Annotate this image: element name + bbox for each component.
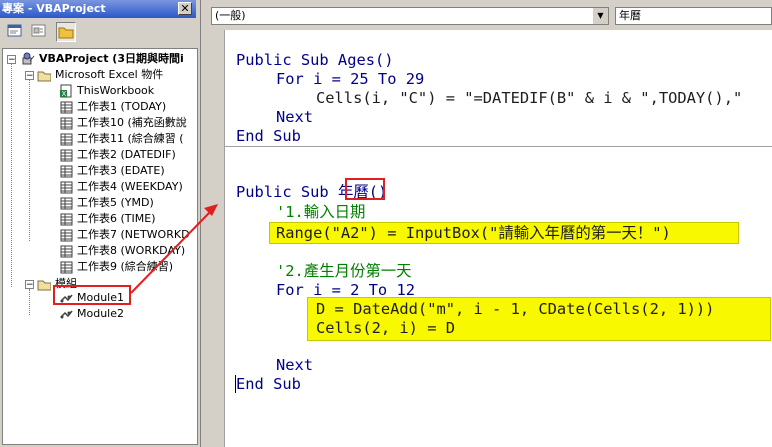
vba-project-icon [22, 52, 35, 65]
worksheet-icon [60, 133, 73, 146]
procedure-combo-value: 年曆 [619, 9, 641, 22]
worksheet-icon [60, 245, 73, 258]
module-icon [60, 310, 73, 319]
worksheet-icon [60, 149, 73, 162]
code-text: Next [276, 356, 314, 374]
code-editor[interactable]: Public Sub Ages() For i = 25 To 29 Cells… [225, 30, 772, 447]
code-window-header: (一般) ▼ 年曆 [203, 0, 772, 30]
worksheet-icon [60, 101, 73, 114]
object-combo[interactable]: (一般) ▼ [211, 7, 609, 25]
tree-node-sheet[interactable]: 工作表10 (補充函數說 [43, 115, 197, 131]
tree-node-label: 工作表4 (WEEKDAY) [77, 180, 183, 193]
worksheet-icon [60, 229, 73, 242]
tree-node-module2[interactable]: Module2 [43, 306, 197, 322]
code-text: Next [276, 108, 314, 126]
tree-node-label: 工作表1 (TODAY) [77, 100, 167, 113]
code-line: Next [276, 108, 313, 127]
text-cursor [235, 375, 236, 393]
close-icon[interactable]: ✕ [178, 2, 192, 15]
worksheet-icon [60, 165, 73, 178]
object-combo-value: (一般) [215, 9, 246, 22]
tree-node-label: 工作表11 (綜合練習 ( [77, 132, 184, 145]
annotation-box-sub-name [345, 178, 385, 200]
project-explorer-pane: 專案 - VBAProject ✕ − VBAProject (3日期與時間i … [0, 0, 201, 447]
tree-node-label: ThisWorkbook [77, 84, 155, 97]
tree-node-sheet[interactable]: 工作表5 (YMD) [43, 195, 197, 211]
worksheet-icon [60, 197, 73, 210]
tree-node-label: 工作表8 (WORKDAY) [77, 244, 186, 257]
tree-node-label: Microsoft Excel 物件 [55, 68, 164, 81]
code-text: End Sub [236, 127, 301, 145]
tree-node-label: 工作表10 (補充函數說 [77, 116, 187, 129]
tree-node-label: 工作表6 (TIME) [77, 212, 156, 225]
code-line: End Sub [236, 127, 301, 146]
collapse-icon[interactable]: − [25, 280, 34, 290]
worksheet-icon [60, 261, 73, 274]
tree-node-label: 工作表3 (EDATE) [77, 164, 165, 177]
tree-connector [11, 63, 12, 287]
tree-node-sheet[interactable]: 工作表1 (TODAY) [43, 99, 197, 115]
tree-node-sheet[interactable]: 工作表8 (WORKDAY) [43, 243, 197, 259]
collapse-icon[interactable]: − [25, 71, 34, 81]
view-code-button[interactable] [6, 22, 26, 42]
code-text: Cells(2, i) = D [316, 319, 455, 337]
collapse-icon[interactable]: − [7, 55, 16, 65]
tree-node-label: Module2 [77, 307, 124, 320]
tree-node-sheet[interactable]: 工作表11 (綜合練習 ( [43, 131, 197, 147]
code-text: Cells(i, "C") = "=DATEDIF(B" & i & ",TOD… [316, 89, 743, 107]
code-text: D = DateAdd("m", i - 1, CDate(Cells(2, 1… [316, 300, 715, 318]
code-margin-bar[interactable] [203, 30, 225, 447]
workbook-icon: X [60, 84, 72, 98]
tree-node-sheet[interactable]: 工作表2 (DATEDIF) [43, 147, 197, 163]
folder-icon [58, 27, 74, 39]
code-text: End Sub [236, 375, 301, 393]
code-line: Next [276, 356, 313, 375]
tree-connector [29, 79, 30, 241]
project-tree[interactable]: − VBAProject (3日期與時間i − Microsoft Excel … [2, 48, 198, 445]
tree-node-sheet[interactable]: 工作表7 (NETWORKD [43, 227, 197, 243]
worksheet-icon [60, 181, 73, 194]
tree-node-label: VBAProject (3日期與時間i [39, 52, 184, 65]
folder-icon [37, 71, 51, 82]
code-comment: '2.產生月份第一天 [276, 262, 412, 280]
worksheet-icon [60, 117, 73, 130]
code-line: Range("A2") = InputBox("請輸入年曆的第一天！") [276, 224, 671, 243]
chevron-down-icon[interactable]: ▼ [592, 8, 608, 24]
code-text: For i = 25 To 29 [276, 70, 425, 88]
svg-text:X: X [62, 90, 67, 98]
worksheet-icon [60, 213, 73, 226]
code-text: Range("A2") = InputBox("請輸入年曆的第一天！") [276, 224, 671, 242]
toggle-folders-button[interactable] [56, 22, 76, 42]
code-line: End Sub [236, 375, 301, 394]
tree-node-project[interactable]: − VBAProject (3日期與時間i [7, 51, 197, 67]
code-line: Public Sub Ages() [236, 51, 394, 70]
tree-node-label: 工作表5 (YMD) [77, 196, 154, 209]
view-code-icon [7, 24, 22, 37]
code-comment: '1.輸入日期 [276, 203, 366, 221]
tree-node-sheet[interactable]: 工作表4 (WEEKDAY) [43, 179, 197, 195]
code-line: Cells(i, "C") = "=DATEDIF(B" & i & ",TOD… [316, 89, 742, 108]
annotation-box-module1 [53, 285, 131, 305]
tree-node-label: 工作表7 (NETWORKD [77, 228, 190, 241]
procedure-combo[interactable]: 年曆 [615, 7, 772, 25]
procedure-separator [225, 146, 772, 147]
view-object-icon [31, 24, 46, 37]
project-pane-title: 專案 - VBAProject [0, 0, 196, 18]
code-line: Cells(2, i) = D [316, 319, 455, 338]
project-toolbar [0, 20, 200, 46]
code-line: For i = 25 To 29 [276, 70, 424, 89]
tree-node-sheet[interactable]: 工作表6 (TIME) [43, 211, 197, 227]
tree-node-sheet[interactable]: 工作表9 (綜合練習) [43, 259, 197, 275]
tree-node-excel-objects[interactable]: − Microsoft Excel 物件 [25, 67, 197, 83]
view-object-button[interactable] [30, 22, 50, 42]
tree-node-label: 工作表9 (綜合練習) [77, 260, 174, 273]
folder-icon [37, 280, 51, 291]
tree-node-thisworkbook[interactable]: X ThisWorkbook [43, 83, 197, 99]
tree-node-sheet[interactable]: 工作表3 (EDATE) [43, 163, 197, 179]
tree-node-label: 工作表2 (DATEDIF) [77, 148, 176, 161]
code-line: D = DateAdd("m", i - 1, CDate(Cells(2, 1… [316, 300, 714, 319]
tree-connector [29, 289, 30, 315]
code-text: Public Sub [236, 183, 338, 201]
code-text: Public Sub Ages() [236, 51, 394, 69]
